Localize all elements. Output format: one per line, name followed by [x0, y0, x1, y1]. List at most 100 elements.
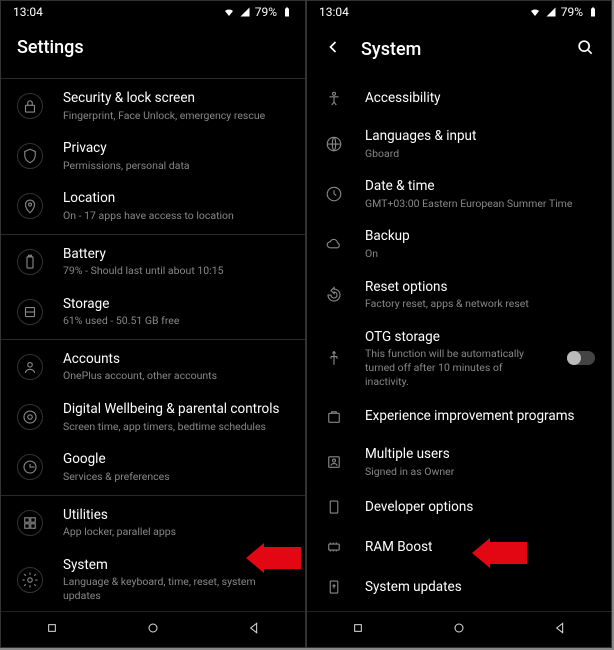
- shield-icon: [17, 143, 43, 169]
- item-title: Storage: [63, 296, 289, 314]
- item-multiple-users[interactable]: Multiple usersSigned in as Owner: [307, 437, 611, 487]
- header: Settings: [1, 23, 305, 76]
- item-storage[interactable]: Storage61% used - 50.51 GB free: [1, 287, 305, 337]
- item-title: Privacy: [63, 140, 289, 158]
- item-reset-options[interactable]: Reset optionsFactory reset, apps & netwo…: [307, 270, 611, 320]
- alarm-icon: [497, 6, 509, 18]
- page-title: System: [361, 39, 421, 60]
- google-icon: [17, 454, 43, 480]
- item-title: OTG storage: [365, 329, 547, 347]
- utilities-icon: [17, 510, 43, 536]
- usb-icon: [323, 347, 345, 369]
- status-bar: 13:04 79%: [1, 1, 305, 23]
- reset-icon: [323, 284, 345, 306]
- item-system[interactable]: SystemLanguage & keyboard, time, reset, …: [1, 548, 305, 611]
- item-title: RAM Boost: [365, 539, 595, 557]
- item-title: Google: [63, 451, 289, 469]
- item-subtitle: Fingerprint, Face Unlock, emergency resc…: [63, 109, 289, 123]
- settings-screen: 13:04 79% Settings Security & lock scree…: [0, 0, 306, 648]
- status-bar: 13:04 79%: [307, 1, 611, 23]
- item-accessibility[interactable]: Accessibility: [307, 79, 611, 119]
- wellbeing-icon: [17, 404, 43, 430]
- item-subtitle: App locker, parallel apps: [63, 525, 289, 539]
- battery-icon: [281, 6, 293, 18]
- back-button[interactable]: [323, 37, 343, 61]
- users-icon: [323, 451, 345, 473]
- item-title: Digital Wellbeing & parental controls: [63, 401, 289, 419]
- nav-back[interactable]: [246, 620, 262, 640]
- update-icon: [323, 576, 345, 598]
- nav-bar: [1, 611, 305, 647]
- search-button[interactable]: [575, 37, 595, 61]
- experience-icon: [323, 406, 345, 428]
- item-date-time[interactable]: Date & timeGMT+03:00 Eastern European Su…: [307, 169, 611, 219]
- item-subtitle: OnePlus account, other accounts: [63, 369, 289, 383]
- pin-icon: [17, 193, 43, 219]
- item-title: System: [63, 557, 289, 575]
- item-subtitle: Screen time, app timers, bedtime schedul…: [63, 420, 289, 434]
- cell-icon: [545, 6, 557, 18]
- nav-back[interactable]: [552, 620, 568, 640]
- lock-icon: [17, 93, 43, 119]
- system-screen: 13:04 79% System AccessibilityLanguages …: [306, 0, 612, 648]
- item-subtitle: 79% - Should last until about 10:15: [63, 264, 289, 278]
- item-title: Languages & input: [365, 128, 595, 146]
- item-otg-storage[interactable]: OTG storageThis function will be automat…: [307, 320, 611, 397]
- otg-toggle[interactable]: [567, 351, 595, 365]
- settings-list[interactable]: Security & lock screenFingerprint, Face …: [1, 76, 305, 611]
- item-title: Date & time: [365, 178, 595, 196]
- item-title: Location: [63, 190, 289, 208]
- battery-icon: [587, 6, 599, 18]
- item-location[interactable]: LocationOn - 17 apps have access to loca…: [1, 181, 305, 231]
- item-subtitle: On - 17 apps have access to location: [63, 209, 289, 223]
- battery-percent: 79%: [561, 5, 583, 19]
- item-title: Accounts: [63, 351, 289, 369]
- storage-icon: [17, 299, 43, 325]
- item-title: Security & lock screen: [63, 90, 289, 108]
- item-title: Backup: [365, 228, 595, 246]
- nav-home[interactable]: [145, 620, 161, 640]
- item-subtitle: GMT+03:00 Eastern European Summer Time: [365, 197, 595, 211]
- nav-recent[interactable]: [44, 620, 60, 640]
- item-experience-improvement-programs[interactable]: Experience improvement programs: [307, 397, 611, 437]
- status-time: 13:04: [13, 5, 43, 19]
- item-privacy[interactable]: PrivacyPermissions, personal data: [1, 131, 305, 181]
- nav-recent[interactable]: [350, 620, 366, 640]
- cell-icon: [239, 6, 251, 18]
- item-backup[interactable]: BackupOn: [307, 219, 611, 269]
- item-title: Experience improvement programs: [365, 408, 595, 426]
- item-subtitle: Permissions, personal data: [63, 159, 289, 173]
- item-digital-wellbeing-parental-controls[interactable]: Digital Wellbeing & parental controlsScr…: [1, 392, 305, 442]
- item-utilities[interactable]: UtilitiesApp locker, parallel apps: [1, 498, 305, 548]
- system-list[interactable]: AccessibilityLanguages & inputGboardDate…: [307, 79, 611, 611]
- item-languages-input[interactable]: Languages & inputGboard: [307, 119, 611, 169]
- item-security-lock-screen[interactable]: Security & lock screenFingerprint, Face …: [1, 81, 305, 131]
- item-battery[interactable]: Battery79% - Should last until about 10:…: [1, 237, 305, 287]
- item-system-updates[interactable]: System updates: [307, 567, 611, 607]
- nav-home[interactable]: [451, 620, 467, 640]
- dnd-icon: [207, 6, 219, 18]
- item-title: Developer options: [365, 499, 595, 517]
- wifi-icon: [223, 6, 235, 18]
- nav-bar: [307, 611, 611, 647]
- page-title: Settings: [17, 37, 84, 58]
- item-subtitle: Services & preferences: [63, 470, 289, 484]
- alarm-icon: [191, 6, 203, 18]
- header: System: [307, 23, 611, 79]
- wifi-icon: [529, 6, 541, 18]
- item-developer-options[interactable]: Developer options: [307, 487, 611, 527]
- item-subtitle: This function will be automatically turn…: [365, 347, 547, 388]
- item-ram-boost[interactable]: RAM Boost: [307, 527, 611, 567]
- gear-icon: [17, 567, 43, 593]
- item-google[interactable]: GoogleServices & preferences: [1, 442, 305, 492]
- accessibility-icon: [323, 88, 345, 110]
- item-title: Battery: [63, 246, 289, 264]
- ram-icon: [323, 536, 345, 558]
- item-subtitle: Signed in as Owner: [365, 465, 595, 479]
- item-title: System updates: [365, 579, 595, 597]
- item-accounts[interactable]: AccountsOnePlus account, other accounts: [1, 342, 305, 392]
- cloud-icon: [323, 233, 345, 255]
- item-title: Multiple users: [365, 446, 595, 464]
- item-subtitle: Language & keyboard, time, reset, system…: [63, 575, 289, 602]
- item-subtitle: Gboard: [365, 147, 595, 161]
